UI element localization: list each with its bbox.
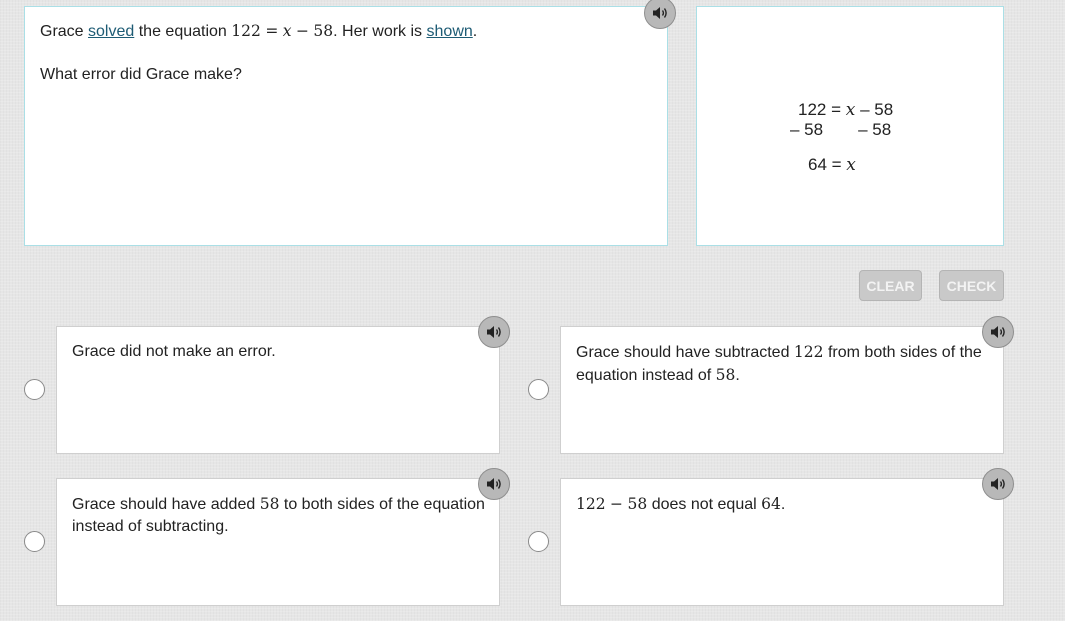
- option-d-text: 122 − 58 does not equal 64.: [576, 495, 786, 513]
- question-prompt: What error did Grace make?: [40, 66, 242, 83]
- work-line-3: 64 = x: [808, 155, 856, 175]
- check-button[interactable]: CHECK: [939, 270, 1004, 301]
- student-work-card: 122 = x – 58 – 58– 58 64 = x: [696, 6, 1004, 246]
- speaker-icon[interactable]: [644, 0, 676, 29]
- shown-glossary-link[interactable]: shown: [427, 23, 473, 40]
- clear-button[interactable]: CLEAR: [859, 270, 922, 301]
- work-line-1: 122 = x – 58: [798, 100, 894, 120]
- work-line-2: – 58– 58: [790, 120, 892, 139]
- stem-intro-text: Grace: [40, 23, 84, 40]
- stem-mid-text: the equation: [138, 23, 227, 40]
- speaker-icon[interactable]: [982, 468, 1014, 500]
- answer-option-a[interactable]: Grace did not make an error.: [56, 326, 500, 454]
- answer-option-c[interactable]: Grace should have added 58 to both sides…: [56, 478, 500, 606]
- speaker-icon[interactable]: [478, 468, 510, 500]
- radio-button-icon[interactable]: [528, 379, 549, 400]
- answer-option-b[interactable]: Grace should have subtracted 122 from bo…: [560, 326, 1004, 454]
- option-b-text: Grace should have subtracted 122 from bo…: [576, 343, 982, 384]
- radio-button-icon[interactable]: [24, 531, 45, 552]
- question-stem-card: Grace solved the equation 122 = x − 58. …: [24, 6, 668, 246]
- speaker-icon[interactable]: [478, 316, 510, 348]
- radio-button-icon[interactable]: [528, 531, 549, 552]
- radio-button-icon[interactable]: [24, 379, 45, 400]
- question-stem-text: Grace solved the equation 122 = x − 58. …: [40, 22, 478, 40]
- option-c-text: Grace should have added 58 to both sides…: [72, 495, 485, 535]
- stem-equation: 122 = x − 58: [231, 22, 334, 40]
- speaker-icon[interactable]: [982, 316, 1014, 348]
- solved-glossary-link[interactable]: solved: [88, 23, 134, 40]
- answer-option-d[interactable]: 122 − 58 does not equal 64.: [560, 478, 1004, 606]
- option-a-text: Grace did not make an error.: [72, 343, 276, 360]
- stem-after-text: . Her work is: [333, 23, 423, 40]
